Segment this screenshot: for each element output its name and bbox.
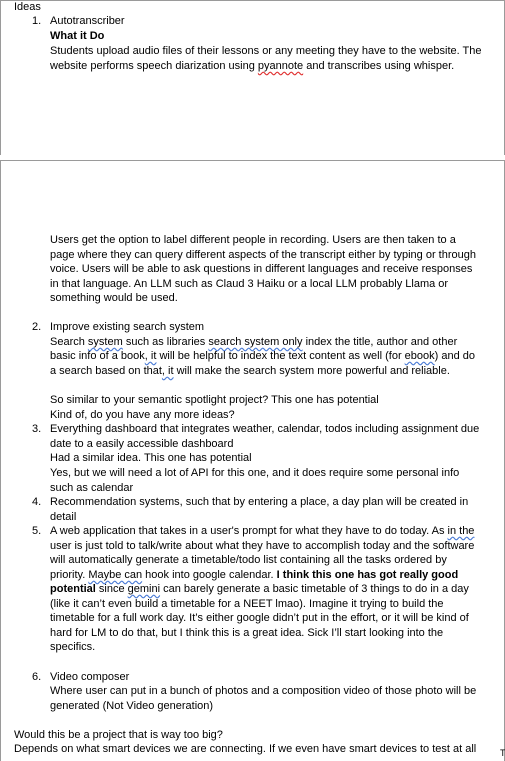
- text-run: basic info of a book: [50, 350, 145, 362]
- grammar-flag[interactable]: search system only: [208, 336, 302, 348]
- paragraph-line: hard for LM to do that, but I think this…: [50, 627, 444, 639]
- list-number: 3.: [32, 423, 42, 435]
- text-run: index the title, author and other: [302, 336, 458, 348]
- text-run: since: [95, 583, 128, 595]
- text-run: will be helpful to index the text conten…: [156, 350, 405, 362]
- paragraph-line: priority. Maybe can hook into google cal…: [50, 568, 458, 583]
- paragraph-line: potential since gemini can barely genera…: [50, 582, 469, 597]
- paragraph-line: Search system such as libraries search s…: [50, 335, 457, 350]
- question-line: Would this be a project that is way too …: [14, 729, 223, 741]
- paragraph-line: Users get the option to label different …: [50, 234, 456, 246]
- paragraph-line: user is just told to talk/write about wh…: [50, 540, 475, 552]
- grammar-flag[interactable]: system: [88, 336, 123, 348]
- paragraph-line: in that language. An LLM such as Claud 3…: [50, 278, 449, 290]
- text-run: can barely generate a basic timetable of…: [160, 583, 469, 595]
- doc-heading: Ideas: [14, 1, 41, 13]
- paragraph-line: will automatically generate a timetable/…: [50, 554, 447, 566]
- paragraph-line: website performs speech diarization usin…: [50, 59, 454, 74]
- item-title: Autotranscriber: [50, 15, 125, 27]
- text-run: A web application that takes in a user's…: [50, 525, 448, 537]
- paragraph-line: specifics.: [50, 641, 96, 653]
- paragraph-line: (like it can’t even build a timetable fo…: [50, 598, 444, 610]
- text-cursor-icon: T: [500, 748, 505, 758]
- paragraph-line: generated (Not Video generation): [50, 700, 214, 712]
- comment-line: So similar to your semantic spotlight pr…: [50, 394, 379, 406]
- list-number: 2.: [32, 321, 42, 333]
- grammar-flag[interactable]: , it: [145, 350, 157, 362]
- item-title: Improve existing search system: [50, 321, 205, 333]
- paragraph-line: date to a easily accessible dashboard: [50, 438, 234, 450]
- text-run: website performs speech diarization usin…: [50, 60, 258, 72]
- item-subheading: What it Do: [50, 30, 105, 42]
- list-number: 4.: [32, 496, 42, 508]
- grammar-flag[interactable]: Maybe can: [88, 569, 142, 581]
- grammar-flag[interactable]: ebook: [405, 350, 435, 362]
- paragraph-line: Students upload audio files of their les…: [50, 45, 482, 57]
- paragraph-line: Recommendation systems, such that by ent…: [50, 496, 469, 508]
- text-run: Search: [50, 336, 88, 348]
- list-number: 1.: [32, 15, 42, 27]
- paragraph-line: a search based on that, it will make the…: [50, 364, 450, 379]
- comment-line: Kind of, do you have any more ideas?: [50, 409, 235, 421]
- text-run: will make the search system more powerfu…: [173, 365, 450, 377]
- paragraph-line: Everything dashboard that integrates wea…: [50, 423, 480, 435]
- text-run: hook into google calendar.: [142, 569, 277, 581]
- misspelled-word[interactable]: pyannote: [258, 60, 303, 72]
- comment-line: Yes, but we will need a lot of API for t…: [50, 467, 460, 479]
- paragraph-line: Where user can put in a bunch of photos …: [50, 685, 477, 697]
- list-number: 5.: [32, 525, 42, 537]
- comment-line: such as calendar: [50, 482, 134, 494]
- text-run: priority.: [50, 569, 89, 581]
- paragraph-line: timetable for a full work day. It’s eith…: [50, 612, 469, 624]
- paragraph-line: A web application that takes in a user's…: [50, 524, 474, 539]
- paragraph-line: something would be used.: [50, 292, 178, 304]
- paragraph-line: basic info of a book, it will be helpful…: [50, 349, 475, 364]
- paragraph-line: voice. Users will be able to ask questio…: [50, 263, 473, 275]
- comment-line: Had a similar idea. This one has potenti…: [50, 452, 252, 464]
- item-title: Video composer: [50, 671, 130, 683]
- grammar-flag[interactable]: , it: [162, 365, 174, 377]
- bold-text: potential: [50, 583, 96, 595]
- text-run: a search based on that: [50, 365, 162, 377]
- list-number: 6.: [32, 671, 42, 683]
- grammar-flag[interactable]: gemini: [128, 583, 160, 595]
- text-run: and transcribes using whisper.: [303, 60, 455, 72]
- paragraph-line: page where they can query different aspe…: [50, 249, 476, 261]
- answer-line: Depends on what smart devices we are con…: [14, 743, 477, 755]
- bold-text: I think this one has got really good: [276, 569, 459, 581]
- text-run: ) and do: [434, 350, 476, 362]
- paragraph-line: detail: [50, 511, 77, 523]
- grammar-flag[interactable]: in the: [448, 525, 475, 537]
- text-run: such as libraries: [122, 336, 209, 348]
